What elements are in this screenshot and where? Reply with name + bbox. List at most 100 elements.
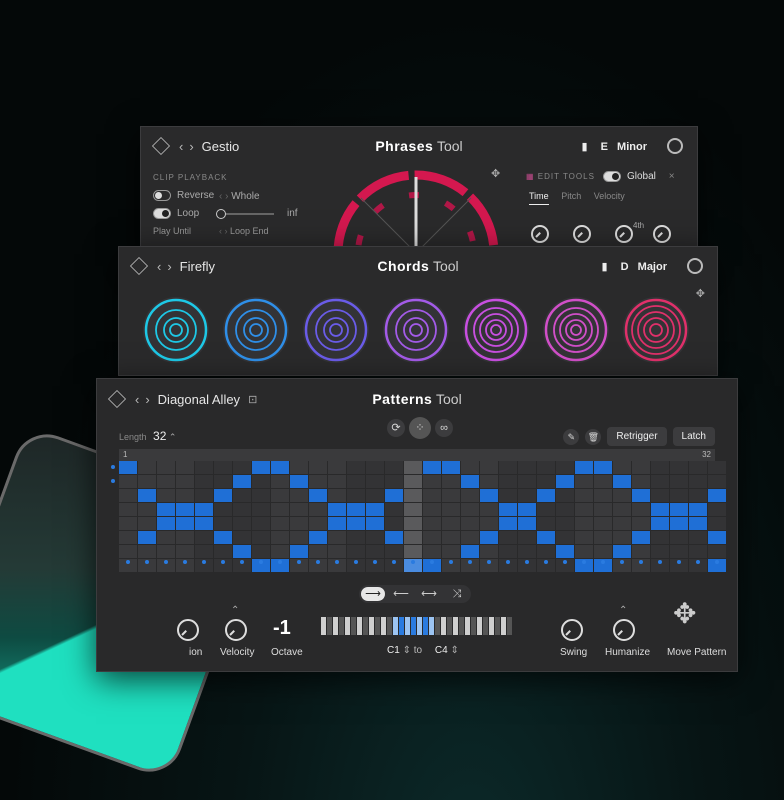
dots-icon[interactable]: ⁘ <box>409 417 431 439</box>
step-cell[interactable] <box>176 475 194 488</box>
toggle-switch[interactable] <box>603 171 621 182</box>
step-cell[interactable] <box>518 489 536 502</box>
mini-key[interactable] <box>459 617 464 635</box>
chord-pad-4[interactable] <box>381 295 451 365</box>
step-cell[interactable] <box>518 531 536 544</box>
step-cell[interactable] <box>138 517 156 530</box>
step-cell[interactable] <box>119 489 137 502</box>
mini-key[interactable] <box>405 617 410 635</box>
step-cell[interactable] <box>480 503 498 516</box>
step-cell[interactable] <box>423 489 441 502</box>
chord-pad-3[interactable] <box>301 295 371 365</box>
step-cell[interactable] <box>252 475 270 488</box>
mini-key[interactable] <box>417 617 422 635</box>
loop-toggle[interactable]: Loop <box>153 208 199 219</box>
step-cell[interactable] <box>594 503 612 516</box>
step-cell[interactable] <box>252 517 270 530</box>
mini-key[interactable] <box>453 617 458 635</box>
step-cell[interactable] <box>366 545 384 558</box>
mini-key[interactable] <box>345 617 350 635</box>
mini-key[interactable] <box>435 617 440 635</box>
step-cell[interactable] <box>613 475 631 488</box>
step-cell[interactable] <box>138 489 156 502</box>
step-cell[interactable] <box>689 503 707 516</box>
tab-time[interactable]: Time <box>529 191 549 205</box>
mini-keyboard[interactable] <box>321 617 515 635</box>
step-cell[interactable] <box>233 461 251 474</box>
gear-icon[interactable] <box>687 258 703 274</box>
move-arrows-icon[interactable]: ✥ <box>673 597 696 630</box>
step-cell[interactable] <box>708 517 726 530</box>
step-cell[interactable] <box>385 545 403 558</box>
mini-key[interactable] <box>483 617 488 635</box>
step-cell[interactable] <box>309 489 327 502</box>
step-cell[interactable] <box>423 545 441 558</box>
humanize-knob[interactable] <box>613 619 635 641</box>
step-cell[interactable] <box>366 531 384 544</box>
step-cell[interactable] <box>366 503 384 516</box>
step-cell[interactable] <box>176 489 194 502</box>
step-cell[interactable] <box>594 461 612 474</box>
step-cell[interactable] <box>442 545 460 558</box>
step-cell[interactable] <box>309 517 327 530</box>
brush-icon[interactable]: ✎ <box>563 428 580 445</box>
step-cell[interactable] <box>670 531 688 544</box>
step-cell[interactable] <box>651 531 669 544</box>
step-cell[interactable] <box>385 489 403 502</box>
mini-key[interactable] <box>399 617 404 635</box>
step-cell[interactable] <box>499 531 517 544</box>
arrow-left-icon[interactable]: ⟵ <box>389 587 413 601</box>
edit-knob-4[interactable] <box>653 225 671 243</box>
mini-key[interactable] <box>339 617 344 635</box>
step-cell[interactable] <box>613 461 631 474</box>
step-cell[interactable] <box>157 489 175 502</box>
step-cell[interactable] <box>328 545 346 558</box>
edit-knob-2[interactable] <box>573 225 591 243</box>
step-cell[interactable] <box>271 489 289 502</box>
step-cell[interactable] <box>328 531 346 544</box>
edit-knob-3[interactable] <box>615 225 633 243</box>
step-cell[interactable] <box>214 475 232 488</box>
loop-end-selector[interactable]: ‹ › Loop End <box>219 226 269 236</box>
infinity-icon[interactable]: ∞ <box>435 419 453 437</box>
range-selector[interactable]: C1 ⇕ to C4 ⇕ <box>387 645 459 656</box>
step-cell[interactable] <box>575 517 593 530</box>
step-cell[interactable] <box>499 461 517 474</box>
step-cell[interactable] <box>499 517 517 530</box>
preset-edit-icon[interactable]: ⊡ <box>248 393 257 406</box>
chord-pad-5[interactable] <box>461 295 531 365</box>
step-cell[interactable] <box>385 517 403 530</box>
step-cell[interactable] <box>575 503 593 516</box>
step-cell[interactable] <box>404 545 422 558</box>
step-cell[interactable] <box>442 475 460 488</box>
step-cell[interactable] <box>575 461 593 474</box>
step-cell[interactable] <box>689 489 707 502</box>
step-cell[interactable] <box>594 545 612 558</box>
step-cell[interactable] <box>347 531 365 544</box>
step-cell[interactable] <box>252 531 270 544</box>
step-cell[interactable] <box>442 531 460 544</box>
stepper-icon[interactable]: ⌃ <box>169 432 177 442</box>
step-cell[interactable] <box>442 461 460 474</box>
step-cell[interactable] <box>537 545 555 558</box>
step-cell[interactable] <box>233 545 251 558</box>
step-cell[interactable] <box>518 545 536 558</box>
step-cell[interactable] <box>556 545 574 558</box>
step-cell[interactable] <box>347 503 365 516</box>
step-cell[interactable] <box>461 475 479 488</box>
step-cell[interactable] <box>689 531 707 544</box>
phrases-key-selector[interactable]: ▮ E Minor <box>582 140 647 153</box>
step-cell[interactable] <box>195 503 213 516</box>
step-cell[interactable] <box>423 461 441 474</box>
reverse-toggle[interactable]: Reverse <box>153 190 214 201</box>
latch-button[interactable]: Latch <box>672 427 715 446</box>
step-cell[interactable] <box>195 531 213 544</box>
preset-nav-arrows[interactable]: ‹› <box>157 259 178 274</box>
step-cell[interactable] <box>290 489 308 502</box>
phrases-preset-name[interactable]: Gestio <box>202 139 240 154</box>
chords-preset-name[interactable]: Firefly <box>180 259 215 274</box>
step-cell[interactable] <box>537 489 555 502</box>
step-cell[interactable] <box>233 503 251 516</box>
step-cell[interactable] <box>309 475 327 488</box>
stepper-icon[interactable]: ⇕ <box>450 645 458 656</box>
